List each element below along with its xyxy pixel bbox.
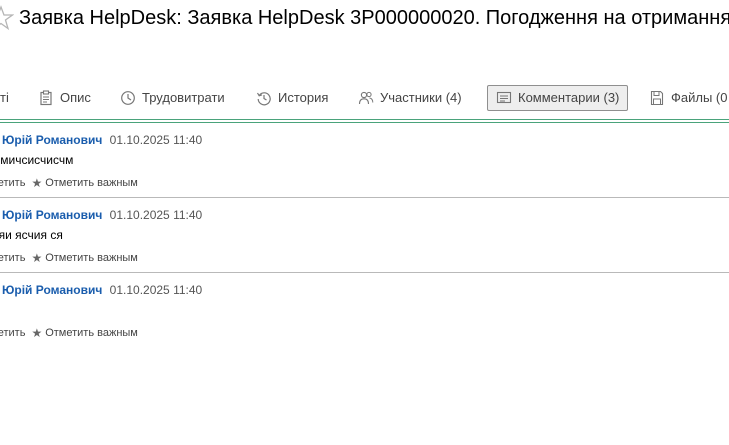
tab-label: Опис bbox=[60, 90, 91, 105]
tab-history[interactable]: История bbox=[256, 85, 328, 111]
tab-label: Участники (4) bbox=[380, 90, 462, 105]
page-title: Заявка HelpDesk: Заявка HelpDesk 3Р00000… bbox=[19, 7, 729, 29]
clipboard-icon bbox=[40, 90, 52, 106]
tab-files[interactable]: Файлы (0 bbox=[649, 85, 727, 111]
clock-icon bbox=[121, 91, 135, 105]
tab-label: История bbox=[278, 90, 329, 105]
comment-item: а Юрій Романович 01.10.2025 11:40 ? вети… bbox=[0, 283, 729, 358]
comment-author-link[interactable]: а Юрій Романович bbox=[0, 133, 102, 147]
comment-author-link[interactable]: а Юрій Романович bbox=[0, 283, 102, 297]
reply-link[interactable]: ветить bbox=[0, 177, 25, 189]
comment-meta: а Юрій Романович 01.10.2025 11:40 bbox=[0, 133, 202, 147]
comment-date: 01.10.2025 11:40 bbox=[109, 283, 203, 297]
comment-meta: а Юрій Романович 01.10.2025 11:40 bbox=[0, 283, 202, 297]
comment-actions: ветить ★ Отметить важным bbox=[0, 176, 138, 190]
comment-divider bbox=[0, 197, 729, 198]
tab-description[interactable]: Опис bbox=[38, 85, 91, 111]
comment-item: а Юрій Романович 01.10.2025 11:40 няи яс… bbox=[0, 208, 729, 283]
save-file-icon bbox=[650, 90, 664, 106]
comment-author-link[interactable]: а Юрій Романович bbox=[0, 208, 102, 222]
mark-important-link[interactable]: Отметить важным bbox=[45, 327, 138, 339]
mark-important-star-icon[interactable]: ★ bbox=[31, 251, 42, 265]
comment-item: а Юрій Романович 01.10.2025 11:40 ммичси… bbox=[0, 133, 729, 208]
tab-comments[interactable]: Комментарии (3) bbox=[487, 85, 629, 111]
comment-divider bbox=[0, 272, 729, 273]
comment-text: няи ясчия ся bbox=[0, 228, 63, 242]
tab-label: ті bbox=[0, 90, 9, 105]
comment-date: 01.10.2025 11:40 bbox=[109, 208, 203, 222]
reply-link[interactable]: ветить bbox=[0, 252, 25, 264]
history-icon bbox=[256, 92, 271, 106]
comment-date: 01.10.2025 11:40 bbox=[109, 133, 203, 147]
mark-important-star-icon[interactable]: ★ bbox=[31, 326, 42, 340]
title-row: Заявка HelpDesk: Заявка HelpDesk 3Р00000… bbox=[0, 0, 729, 40]
tab-bar: ті Опис Трудовитрати История Участники (… bbox=[0, 85, 729, 113]
comment-icon bbox=[496, 91, 512, 104]
tab-label: Комментарии (3) bbox=[518, 90, 620, 105]
mark-important-link[interactable]: Отметить важным bbox=[45, 177, 138, 189]
tab-partial[interactable]: ті bbox=[0, 85, 9, 111]
mark-important-star-icon[interactable]: ★ bbox=[31, 176, 42, 190]
users-icon bbox=[358, 91, 374, 105]
tab-label: Файлы (0 bbox=[671, 90, 728, 105]
comment-text: ммичсисчисчм bbox=[0, 153, 74, 167]
comment-actions: ветить ★ Отметить важным bbox=[0, 326, 138, 340]
favorite-star-icon[interactable] bbox=[0, 5, 14, 31]
tab-label: Трудовитрати bbox=[142, 90, 225, 105]
tab-underline bbox=[0, 119, 729, 123]
reply-link[interactable]: ветить bbox=[0, 327, 25, 339]
comment-meta: а Юрій Романович 01.10.2025 11:40 bbox=[0, 208, 202, 222]
comment-actions: ветить ★ Отметить важным bbox=[0, 251, 138, 265]
tab-labor-costs[interactable]: Трудовитрати bbox=[120, 85, 225, 111]
mark-important-link[interactable]: Отметить важным bbox=[45, 252, 138, 264]
tab-participants[interactable]: Участники (4) bbox=[358, 85, 462, 111]
